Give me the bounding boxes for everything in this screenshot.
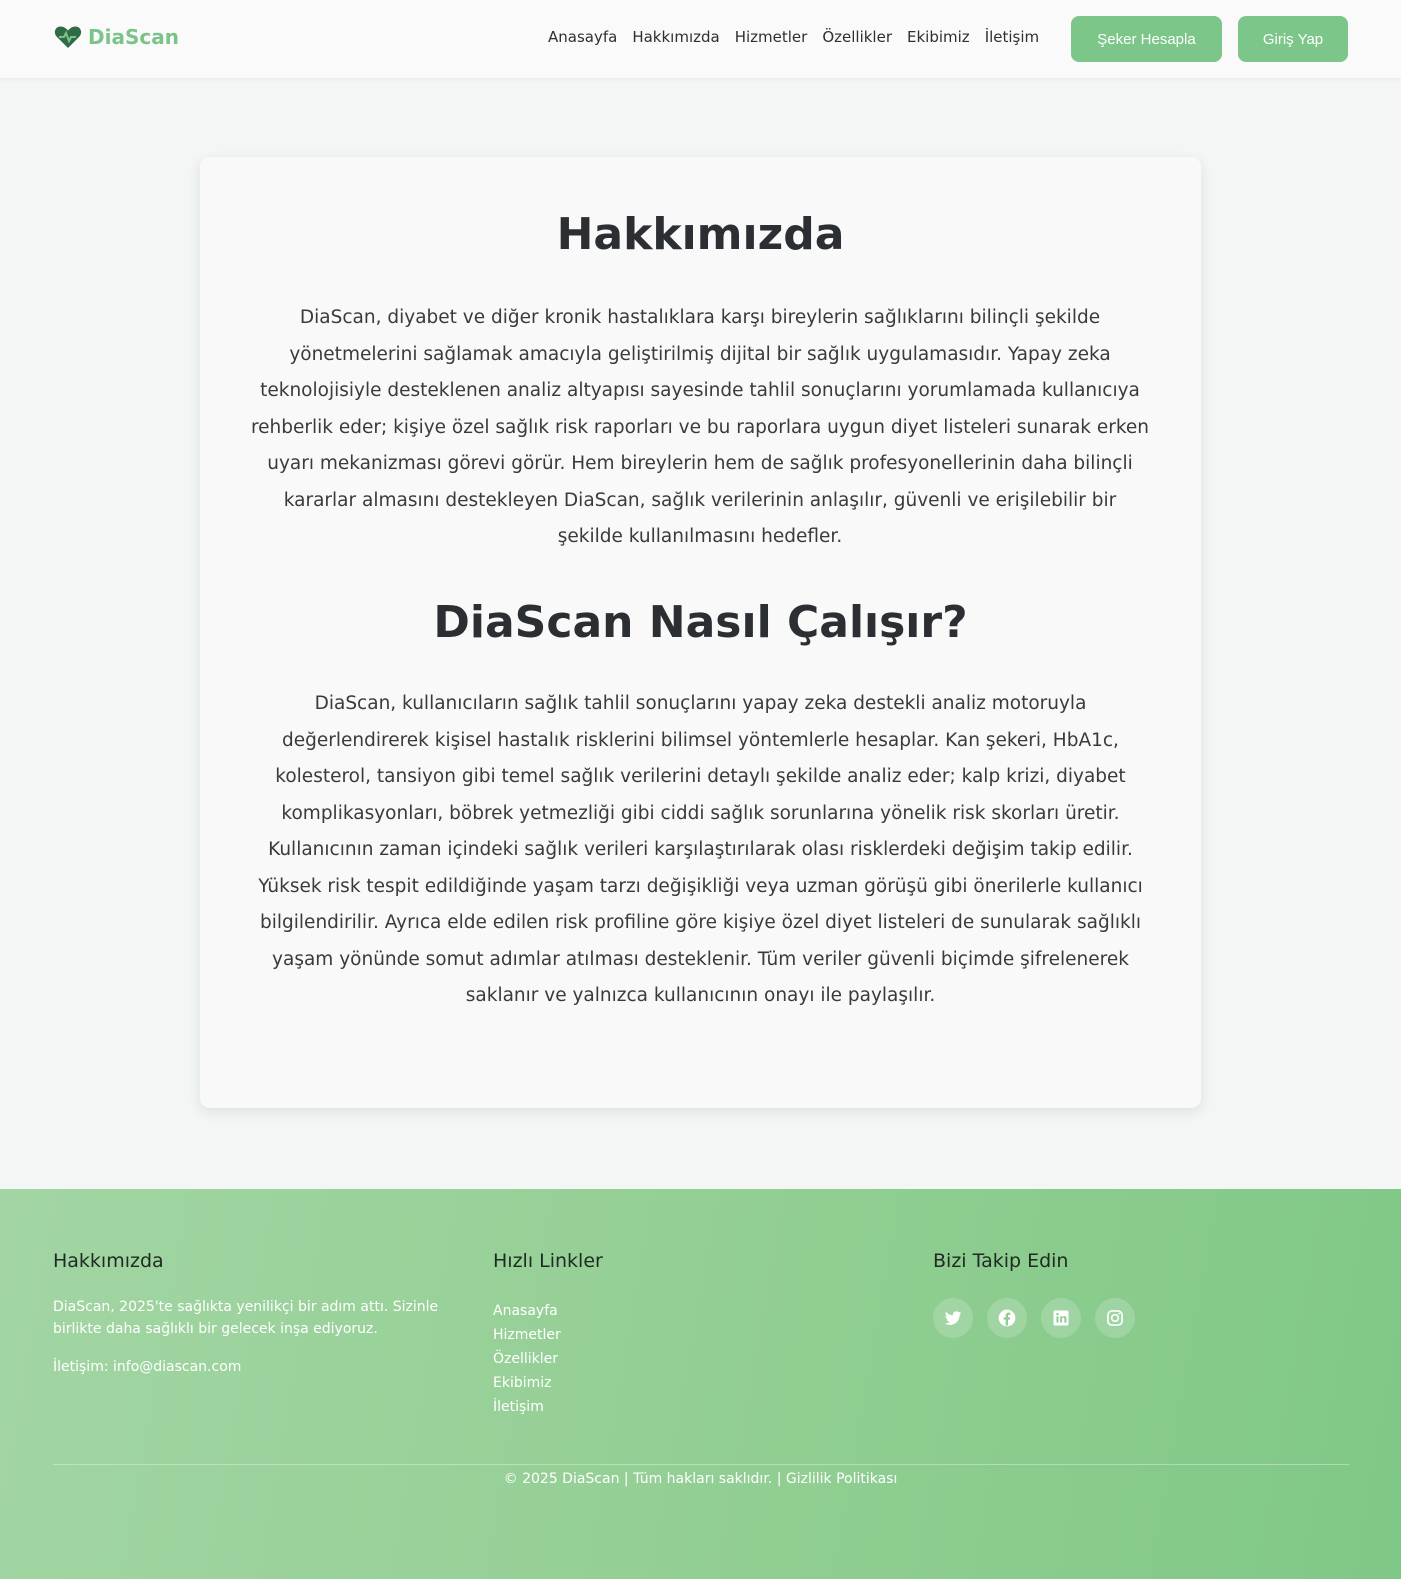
footer-link-hizmetler[interactable]: Hizmetler bbox=[493, 1323, 561, 1347]
footer-divider bbox=[53, 1464, 1349, 1465]
footer-about-title: Hakkımızda bbox=[53, 1250, 164, 1272]
facebook-icon bbox=[998, 1309, 1016, 1327]
brand-name: DiaScan bbox=[88, 25, 179, 49]
seker-hesapla-button[interactable]: Şeker Hesapla bbox=[1071, 16, 1222, 62]
nav-anasayfa[interactable]: Anasayfa bbox=[548, 28, 617, 46]
linkedin-icon bbox=[1053, 1310, 1069, 1326]
footer-link-anasayfa[interactable]: Anasayfa bbox=[493, 1299, 561, 1323]
nav-ozellikler[interactable]: Özellikler bbox=[822, 28, 892, 46]
nav-ekibimiz[interactable]: Ekibimiz bbox=[907, 28, 970, 46]
footer-links: Anasayfa Hizmetler Özellikler Ekibimiz İ… bbox=[493, 1299, 561, 1419]
main-nav: Anasayfa Hakkımızda Hizmetler Özellikler… bbox=[548, 28, 1054, 46]
brand-logo[interactable]: DiaScan bbox=[54, 25, 179, 49]
footer-links-title: Hızlı Linkler bbox=[493, 1250, 603, 1272]
site-footer: Hakkımızda DiaScan, 2025'te sağlıkta yen… bbox=[0, 1189, 1401, 1579]
linkedin-link[interactable] bbox=[1041, 1298, 1081, 1338]
how-it-works-paragraph: DiaScan, kullanıcıların sağlık tahlil so… bbox=[258, 693, 1143, 1006]
instagram-link[interactable] bbox=[1095, 1298, 1135, 1338]
twitter-link[interactable] bbox=[933, 1298, 973, 1338]
heart-logo-icon bbox=[54, 26, 82, 48]
footer-follow-title: Bizi Takip Edin bbox=[933, 1250, 1069, 1272]
footer-link-iletisim[interactable]: İletişim bbox=[493, 1395, 561, 1419]
how-it-works-title: DiaScan Nasıl Çalışır? bbox=[433, 597, 968, 648]
footer-link-ekibimiz[interactable]: Ekibimiz bbox=[493, 1371, 561, 1395]
footer-about-text: DiaScan, 2025'te sağlıkta yenilikçi bir … bbox=[53, 1299, 439, 1337]
nav-iletisim[interactable]: İletişim bbox=[985, 28, 1039, 46]
giris-yap-button[interactable]: Giriş Yap bbox=[1238, 16, 1348, 62]
about-title: Hakkımızda bbox=[556, 209, 845, 260]
about-paragraph: DiaScan, diyabet ve diğer kronik hastalı… bbox=[250, 307, 1150, 547]
twitter-icon bbox=[944, 1311, 962, 1325]
about-card: Hakkımızda DiaScan, diyabet ve diğer kro… bbox=[200, 157, 1201, 1108]
nav-hakkimizda[interactable]: Hakkımızda bbox=[632, 28, 719, 46]
footer-link-ozellikler[interactable]: Özellikler bbox=[493, 1347, 561, 1371]
instagram-icon bbox=[1107, 1310, 1123, 1326]
footer-copyright: © 2025 DiaScan | Tüm hakları saklıdır. |… bbox=[503, 1471, 898, 1487]
site-header: DiaScan Anasayfa Hakkımızda Hizmetler Öz… bbox=[0, 0, 1401, 78]
social-links bbox=[933, 1298, 1135, 1338]
footer-contact[interactable]: İletişim: info@diascan.com bbox=[53, 1359, 241, 1375]
nav-hizmetler[interactable]: Hizmetler bbox=[735, 28, 808, 46]
facebook-link[interactable] bbox=[987, 1298, 1027, 1338]
